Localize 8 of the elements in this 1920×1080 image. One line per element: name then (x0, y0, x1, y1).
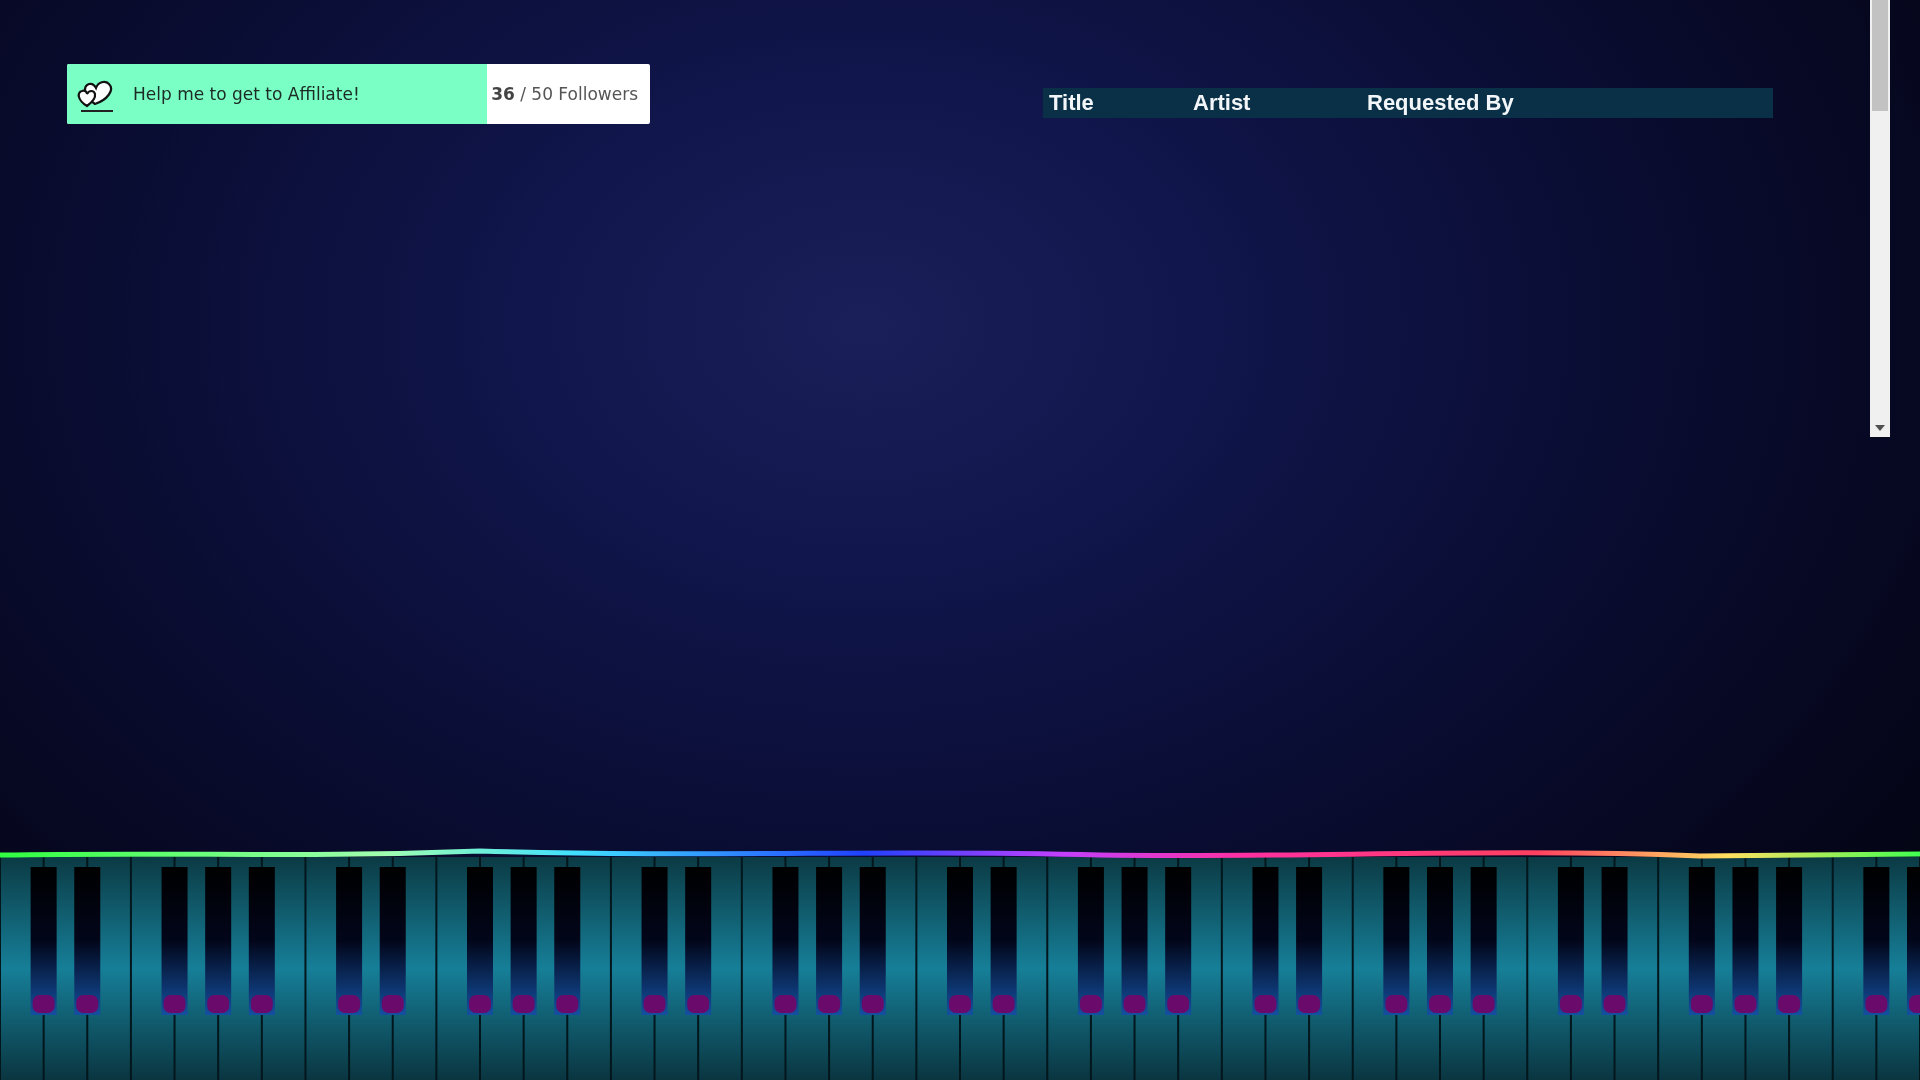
scrollbar[interactable] (1870, 0, 1890, 437)
column-header: Artist (1193, 90, 1252, 116)
column-header: Title (1049, 90, 1095, 116)
scrollbar-thumb[interactable] (1872, 0, 1888, 111)
column-header: Requested By (1367, 90, 1515, 116)
goal-count: 36 / 50 Followers (491, 84, 638, 104)
down-arrow-icon[interactable] (1875, 425, 1885, 431)
goal-label: Help me to get to Affiliate! (133, 84, 360, 104)
